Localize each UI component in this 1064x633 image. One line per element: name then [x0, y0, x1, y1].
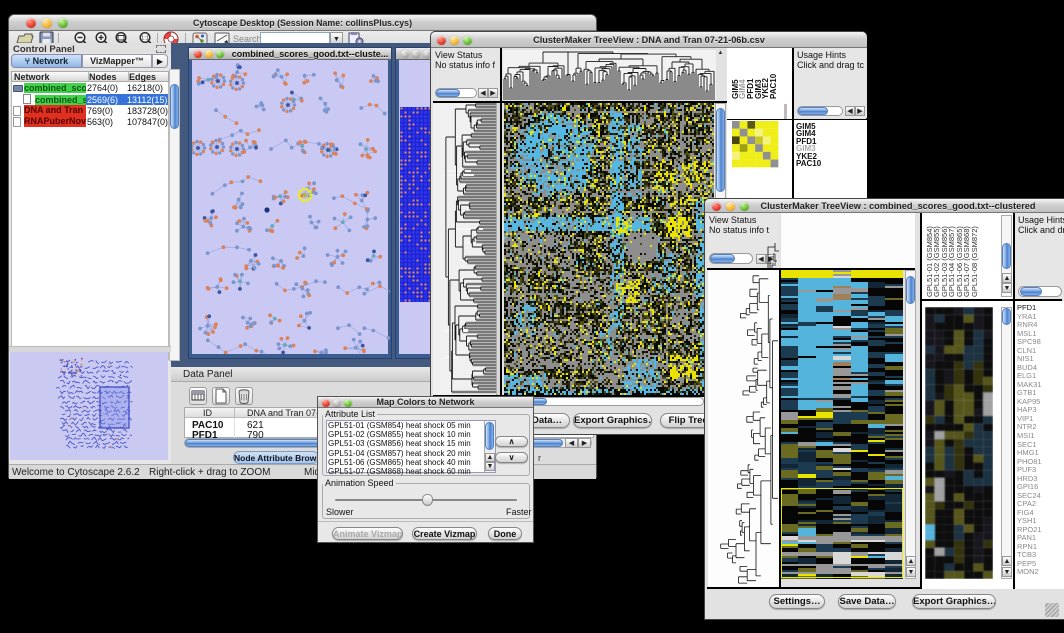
svg-text:1:1: 1:1 — [141, 36, 149, 42]
